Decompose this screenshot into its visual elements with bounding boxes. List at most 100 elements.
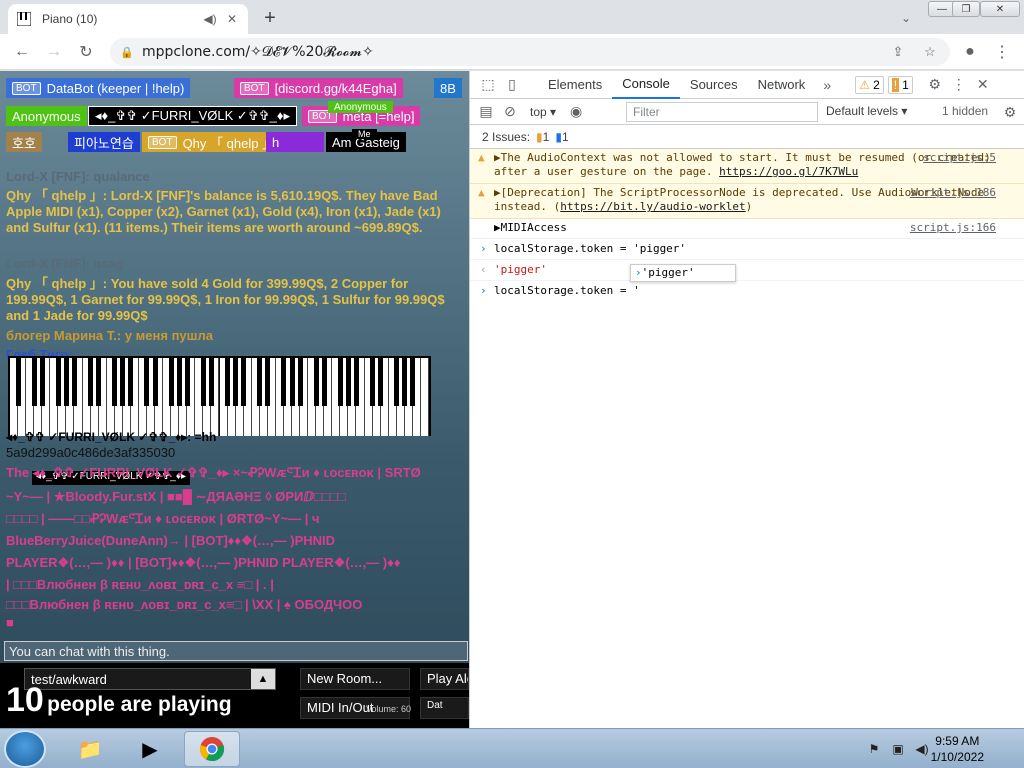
console-prompt[interactable]: › localStorage.token = ' bbox=[470, 281, 1024, 301]
piano-black-key[interactable] bbox=[168, 358, 174, 406]
piano-black-key[interactable] bbox=[394, 358, 400, 406]
piano-black-key[interactable] bbox=[233, 358, 239, 406]
play-alone-button[interactable]: Play Ale bbox=[420, 668, 469, 690]
piano-black-key[interactable] bbox=[128, 358, 134, 406]
source-link[interactable]: script.js:5 bbox=[923, 151, 996, 165]
piano-black-key[interactable] bbox=[402, 358, 408, 406]
autocomplete-suggestion[interactable]: ›'pigger' bbox=[630, 264, 736, 282]
user-badge[interactable]: 피아노연습 bbox=[68, 132, 140, 152]
warning-count-badge[interactable]: ⚠ 2 bbox=[855, 75, 884, 94]
clear-console-icon[interactable]: ⊘ bbox=[498, 100, 522, 124]
address-bar[interactable]: 🔒 mppclone.com/✧𝓓𝓔𝓥%20𝓡𝓸𝓸𝓶✧ ⇪ ☆ bbox=[110, 38, 950, 66]
network-icon[interactable]: ⚑ bbox=[866, 741, 882, 757]
message-link[interactable]: https://bit.ly/audio-worklet bbox=[560, 200, 745, 213]
chevron-up-icon[interactable]: ▲ bbox=[251, 669, 275, 689]
tab-close-icon[interactable]: ✕ bbox=[224, 11, 240, 27]
device-toolbar-icon[interactable]: ▯ bbox=[500, 73, 524, 97]
context-select[interactable]: top ▾ bbox=[530, 105, 556, 119]
menu-kebab-icon[interactable]: ⋮ bbox=[990, 40, 1014, 64]
piano-black-key[interactable] bbox=[289, 358, 295, 406]
back-icon[interactable]: ← bbox=[10, 40, 34, 64]
user-badge[interactable]: h bbox=[266, 132, 324, 152]
user-badge[interactable]: BOT DataBot (keeper | !help) bbox=[6, 78, 191, 98]
devtools-menu-icon[interactable]: ⋮ bbox=[947, 73, 971, 97]
piano-black-key[interactable] bbox=[297, 358, 303, 406]
new-room-button[interactable]: New Room... bbox=[300, 668, 410, 690]
tab-console[interactable]: Console bbox=[612, 71, 680, 99]
piano-black-key[interactable] bbox=[313, 358, 319, 406]
action-center-icon[interactable]: ▣ bbox=[890, 741, 906, 757]
piano-black-key[interactable] bbox=[144, 358, 150, 406]
tab-sources[interactable]: Sources bbox=[680, 71, 748, 99]
inspect-element-icon[interactable]: ⬚ bbox=[476, 73, 500, 97]
user-badge[interactable]: Anonymous bbox=[6, 106, 87, 126]
console-warning[interactable]: ▲ ▶[Deprecation] The ScriptProcessorNode… bbox=[470, 184, 1024, 219]
piano-black-key[interactable] bbox=[88, 358, 94, 406]
piano-black-key[interactable] bbox=[321, 358, 327, 406]
piano-black-key[interactable] bbox=[257, 358, 263, 406]
filter-input[interactable]: Filter bbox=[626, 102, 818, 122]
close-window-button[interactable]: ✕ bbox=[980, 1, 1020, 17]
reload-icon[interactable]: ↻ bbox=[74, 40, 98, 64]
piano-black-key[interactable] bbox=[15, 358, 21, 406]
piano-black-key[interactable] bbox=[71, 358, 77, 406]
piano-black-key[interactable] bbox=[39, 358, 45, 406]
issues-count-badge[interactable]: ! 1 bbox=[887, 75, 913, 94]
console-settings-icon[interactable]: ⚙ bbox=[998, 100, 1022, 124]
chat-input[interactable]: You can chat with this thing. bbox=[4, 641, 468, 661]
bookmark-star-icon[interactable]: ☆ bbox=[922, 44, 938, 60]
taskbar-clock[interactable]: 9:59 AM 1/10/2022 bbox=[931, 733, 984, 765]
restore-button[interactable]: ❐ bbox=[952, 1, 980, 17]
user-badge[interactable]: ◂♦_✞✞ ✓FURRI_VØLK ✓✞✞_♦▸ bbox=[88, 106, 297, 126]
piano-black-key[interactable] bbox=[410, 358, 416, 406]
tab-network[interactable]: Network bbox=[748, 71, 816, 99]
piano-black-key[interactable] bbox=[176, 358, 182, 406]
piano-black-key[interactable] bbox=[225, 358, 231, 406]
piano-black-key[interactable] bbox=[184, 358, 190, 406]
tab-piano[interactable]: Piano (10) ◀) ✕ bbox=[8, 4, 248, 34]
log-levels-select[interactable]: Default levels ▾ bbox=[826, 104, 907, 118]
sidebar-toggle-icon[interactable]: ▤ bbox=[474, 100, 498, 124]
piano-black-key[interactable] bbox=[378, 358, 384, 406]
piano-black-key[interactable] bbox=[208, 358, 214, 406]
issues-bar[interactable]: 2 Issues: ▮ 1 ▮ 1 bbox=[470, 125, 1024, 149]
more-tabs-icon[interactable]: » bbox=[815, 73, 839, 97]
chrome-taskbar-icon[interactable] bbox=[184, 731, 240, 767]
message-link[interactable]: https://goo.gl/7K7WLu bbox=[719, 165, 858, 178]
piano-black-key[interactable] bbox=[200, 358, 206, 406]
piano-black-key[interactable] bbox=[241, 358, 247, 406]
start-button[interactable] bbox=[4, 730, 46, 768]
console-warning[interactable]: ▲ ▶The AudioContext was not allowed to s… bbox=[470, 149, 1024, 184]
source-link[interactable]: script.js:186 bbox=[910, 186, 996, 200]
forward-icon[interactable]: → bbox=[42, 40, 66, 64]
new-tab-button[interactable]: + bbox=[258, 6, 282, 30]
user-badge[interactable]: BOT [discord.gg/k44Egha] bbox=[234, 78, 403, 98]
volume-icon[interactable]: ◀) bbox=[914, 741, 930, 757]
piano-black-key[interactable] bbox=[112, 358, 118, 406]
piano-black-key[interactable] bbox=[337, 358, 343, 406]
piano-black-key[interactable] bbox=[152, 358, 158, 406]
piano-black-key[interactable] bbox=[353, 358, 359, 406]
media-player-icon[interactable]: ▶ bbox=[122, 731, 178, 767]
piano-black-key[interactable] bbox=[281, 358, 287, 406]
user-badge[interactable]: BOT Qhy 「 qhelp 」 bbox=[142, 132, 282, 152]
audio-playing-icon[interactable]: ◀) bbox=[202, 11, 218, 27]
piano-black-key[interactable] bbox=[63, 358, 69, 406]
close-devtools-icon[interactable]: ✕ bbox=[971, 73, 995, 97]
piano-black-key[interactable] bbox=[265, 358, 271, 406]
tab-search-icon[interactable]: ⌄ bbox=[896, 8, 916, 28]
piano-black-key[interactable] bbox=[370, 358, 376, 406]
user-badge[interactable]: 8B bbox=[434, 78, 462, 98]
share-icon[interactable]: ⇪ bbox=[890, 44, 906, 60]
piano-black-key[interactable] bbox=[120, 358, 126, 406]
console-log[interactable]: ▶MIDIAccess script.js:166 bbox=[470, 219, 1024, 239]
piano-black-key[interactable] bbox=[96, 358, 102, 406]
piano-black-key[interactable] bbox=[345, 358, 351, 406]
tab-elements[interactable]: Elements bbox=[538, 71, 612, 99]
settings-gear-icon[interactable]: ⚙ bbox=[923, 73, 947, 97]
piano-white-key[interactable] bbox=[420, 358, 429, 436]
source-link[interactable]: script.js:166 bbox=[910, 221, 996, 235]
file-explorer-icon[interactable]: 📁 bbox=[62, 731, 118, 767]
user-badge[interactable]: 호호 bbox=[6, 132, 42, 152]
piano-keyboard[interactable] bbox=[8, 356, 431, 436]
